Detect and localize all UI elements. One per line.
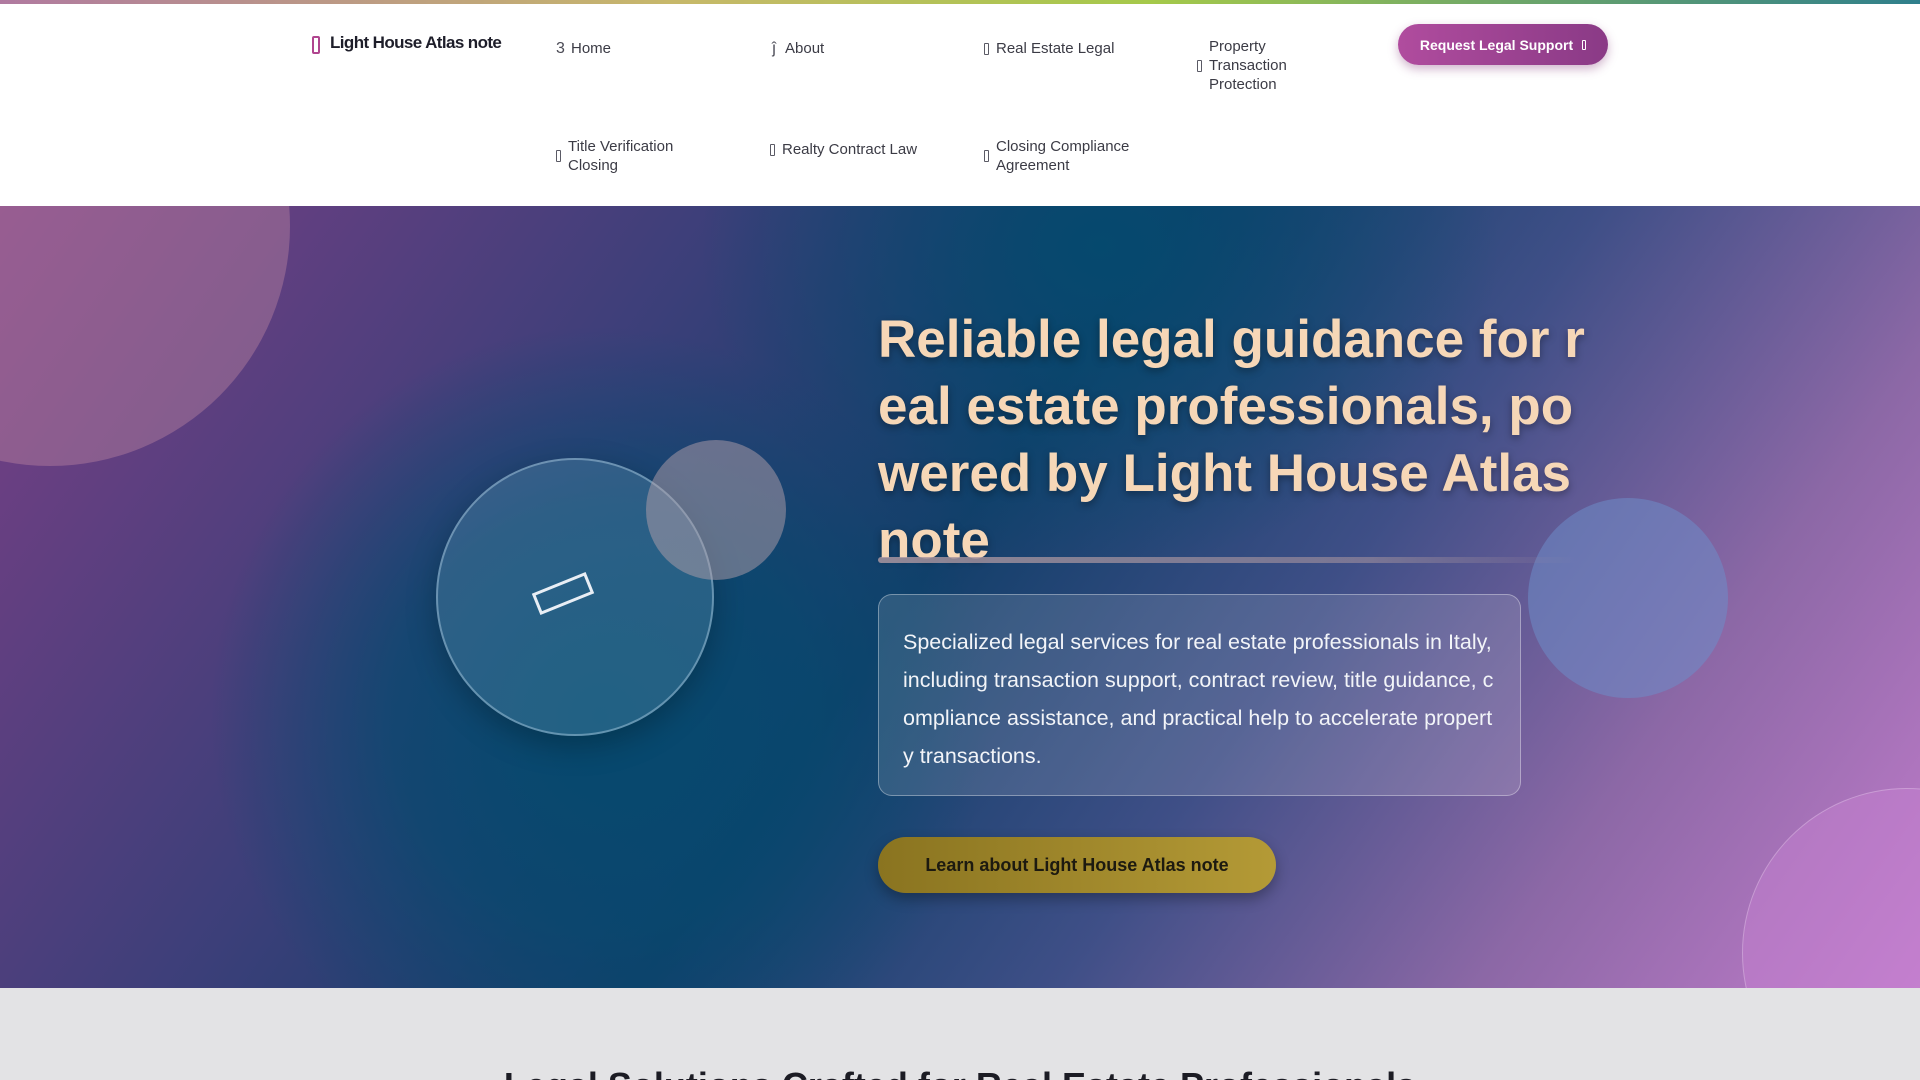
nav-item-property-transaction-protection[interactable]: Property Transaction Protection — [1197, 37, 1347, 94]
brand-logo-link[interactable]: Light House Atlas note — [312, 32, 502, 54]
nav-item-closing-compliance-agreement[interactable]: Closing Compliance Agreement — [984, 137, 1129, 175]
contract-icon — [770, 143, 775, 156]
hero-description-card: Specialized legal services for real esta… — [878, 594, 1521, 796]
nav-item-about[interactable]: ĵ About — [770, 39, 824, 58]
decorative-circle — [646, 440, 786, 580]
nav-item-realty-contract-law[interactable]: Realty Contract Law — [770, 140, 917, 159]
info-icon: ĵ — [772, 40, 776, 57]
learn-about-button[interactable]: Learn about Light House Atlas note — [878, 837, 1276, 893]
nav-item-home[interactable]: 3 Home — [556, 39, 611, 58]
lighthouse-icon — [312, 36, 320, 54]
nav-item-label: Closing Compliance Agreement — [996, 138, 1130, 174]
hero-section: Reliable legal guidance for real estate … — [0, 206, 1920, 988]
nav-item-real-estate-legal[interactable]: Real Estate Legal — [984, 39, 1114, 58]
hero-description: Specialized legal services for real esta… — [903, 630, 1494, 768]
home-icon: 3 — [556, 40, 565, 57]
nav-item-label: Property Transaction Protection — [1209, 38, 1287, 93]
document-icon — [556, 150, 561, 162]
check-icon — [984, 150, 989, 162]
brand-name: Light House Atlas note — [330, 33, 502, 52]
cta-label: Request Legal Support — [1419, 36, 1574, 53]
nav-item-label: Real Estate Legal — [996, 40, 1115, 57]
arrow-icon — [1582, 39, 1587, 50]
shield-icon — [1197, 59, 1202, 72]
services-section: Legal Solutions Crafted for Real Estate … — [0, 988, 1920, 1080]
decorative-circle — [1742, 788, 1920, 988]
site-header: Light House Atlas note 3 Home ĵ About Re… — [0, 4, 1920, 206]
building-icon — [984, 42, 989, 55]
nav-item-label: About — [785, 40, 825, 57]
hero-title: Reliable legal guidance for real estate … — [878, 310, 1585, 570]
section-title: Legal Solutions Crafted for Real Estate … — [0, 1066, 1920, 1080]
request-legal-support-button[interactable]: Request Legal Support — [1398, 24, 1608, 65]
nav-item-label: Realty Contract Law — [782, 141, 918, 158]
title-underline — [878, 557, 1578, 563]
nav-item-title-verification-closing[interactable]: Title Verification Closing — [556, 137, 673, 175]
decorative-circle — [0, 206, 290, 466]
nav-item-label: Home — [571, 40, 612, 57]
nav-item-label: Title Verification Closing — [568, 138, 674, 174]
